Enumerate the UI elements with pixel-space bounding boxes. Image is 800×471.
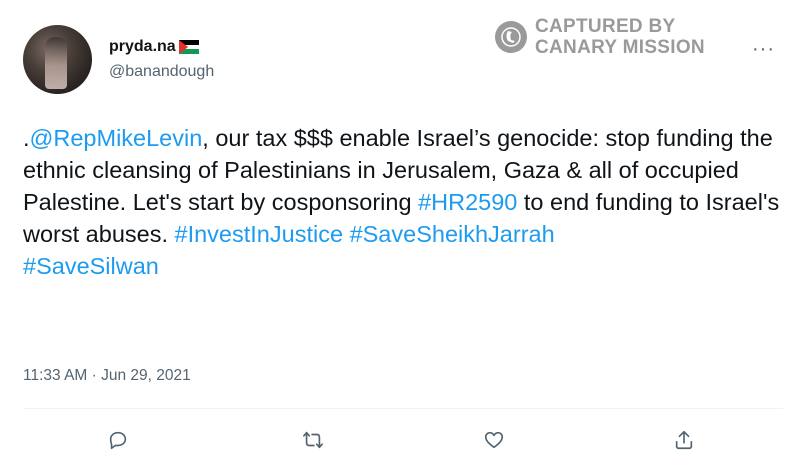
reply-icon[interactable] [104,426,132,454]
retweet-icon[interactable] [299,426,327,454]
share-icon[interactable] [670,426,698,454]
mention-link[interactable]: @RepMikeLevin [30,125,203,151]
hashtag-link[interactable]: #InvestInJustice [175,221,344,247]
more-options-icon[interactable]: ··· [752,38,775,61]
palestine-flag-icon [178,40,199,54]
author-name-row[interactable]: pryda.na [109,38,199,56]
author-handle[interactable]: @banandough [109,63,214,81]
hashtag-link[interactable]: #SaveSheikhJarrah [350,221,555,247]
author-display-name[interactable]: pryda.na [109,38,176,56]
watermark-line-1: CAPTURED BY [535,16,676,37]
tweet-text: .@RepMikeLevin, our tax $$$ enable Israe… [23,122,783,282]
watermark-line-2: CANARY MISSION [535,37,705,58]
canary-mission-watermark: CAPTURED BY CANARY MISSION [495,16,705,58]
hashtag-link[interactable]: #SaveSilwan [23,253,159,279]
canary-bird-icon [495,21,527,53]
tweet-actions [0,426,800,456]
like-icon[interactable] [480,426,508,454]
tweet-timestamp[interactable]: 11:33 AM · Jun 29, 2021 [23,367,191,385]
avatar[interactable] [23,25,92,94]
hashtag-link[interactable]: #HR2590 [418,189,517,215]
divider [23,408,783,409]
